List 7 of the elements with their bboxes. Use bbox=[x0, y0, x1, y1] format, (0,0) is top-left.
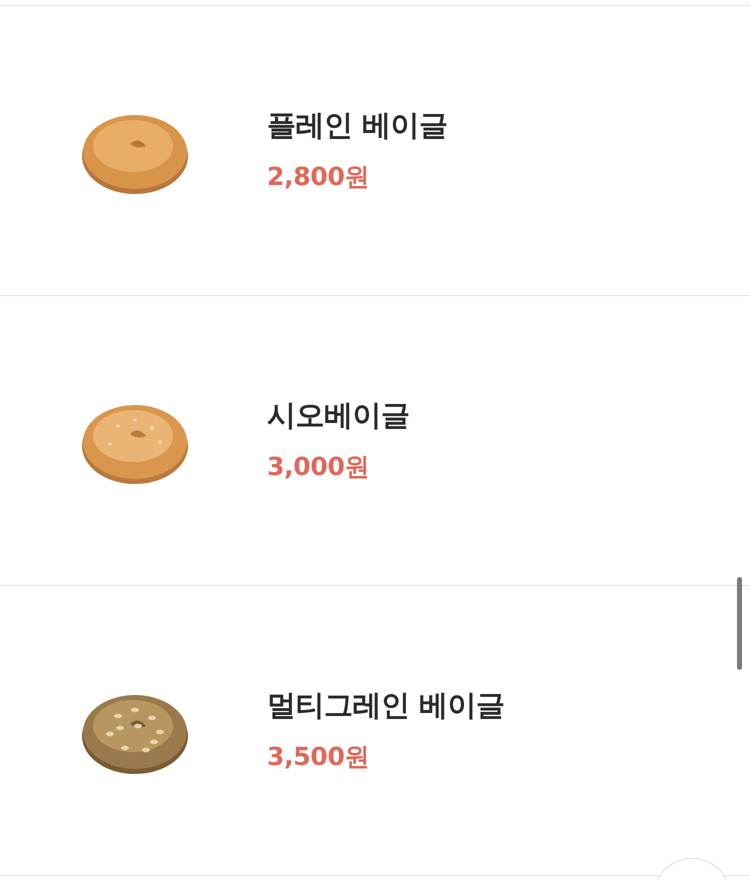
product-name: 시오베이글 bbox=[267, 397, 410, 434]
product-name: 멀티그레인 베이글 bbox=[267, 687, 505, 724]
product-price: 2,800원 bbox=[267, 161, 370, 193]
product-name: 플레인 베이글 bbox=[267, 107, 448, 144]
product-price: 3,500원 bbox=[267, 741, 370, 773]
product-price: 3,000원 bbox=[267, 451, 370, 483]
scrollbar[interactable] bbox=[737, 577, 742, 670]
